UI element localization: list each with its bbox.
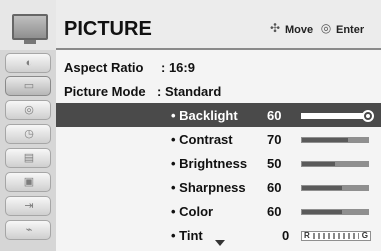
slider-knob[interactable]	[362, 110, 374, 122]
setting-label: • Tint	[171, 228, 203, 243]
setting-row-sharpness[interactable]: • Sharpness 60	[56, 175, 381, 199]
tv-icon	[12, 14, 48, 44]
slider-fill	[302, 114, 342, 118]
setting-row-backlight[interactable]: • Backlight 60	[56, 103, 381, 127]
sidebar-item-picture[interactable]: ◐	[5, 53, 51, 73]
clock-icon: ◷	[24, 128, 34, 140]
input-icon: ▤	[23, 152, 35, 164]
picture-osd: ◐ ▭ ◎ ◷ ▤ ▣ ⇥ ⌁ PICTURE ✣ Move ◎ Enter A…	[0, 0, 381, 251]
picture-mode-value: : Standard	[157, 84, 222, 99]
title-bar: PICTURE ✣ Move ◎ Enter	[56, 0, 381, 50]
setting-value: 70	[267, 132, 282, 147]
sidebar-item-input[interactable]: ▤	[5, 148, 51, 168]
aspect-ratio-row[interactable]: Aspect Ratio : 16:9	[56, 56, 381, 80]
tint-left-label: R	[304, 231, 310, 240]
sidebar-item-lock[interactable]: ▣	[5, 172, 51, 192]
sidebar-item-remote[interactable]: ⌁	[5, 220, 51, 240]
main-panel: PICTURE ✣ Move ◎ Enter Aspect Ratio : 16…	[56, 0, 381, 251]
setting-label: • Sharpness	[171, 180, 246, 195]
slider-track[interactable]	[301, 185, 369, 191]
slider-fill	[302, 210, 342, 214]
usb-icon: ⇥	[24, 200, 34, 212]
setting-row-brightness[interactable]: • Brightness 50	[56, 151, 381, 175]
sidebar-item-screen[interactable]: ▭	[5, 76, 51, 96]
sidebar-item-usb[interactable]: ⇥	[5, 196, 51, 216]
sidebar-header	[0, 0, 56, 50]
hint-enter: Enter	[336, 24, 365, 36]
audio-icon: ◎	[24, 104, 34, 116]
sidebar-item-audio[interactable]: ◎	[5, 100, 51, 120]
lock-icon: ▣	[23, 176, 35, 188]
setting-value: 60	[267, 204, 282, 219]
tint-right-label: G	[361, 231, 368, 240]
slider-track[interactable]	[301, 137, 369, 143]
tint-scale	[313, 233, 359, 239]
picture-icon: ◐	[25, 57, 33, 69]
setting-row-color[interactable]: • Color 60	[56, 199, 381, 223]
slider-fill	[302, 138, 349, 142]
slider-track[interactable]	[301, 161, 369, 167]
picture-mode-label: Picture Mode	[64, 84, 146, 99]
tv-screen-icon: ▭	[23, 80, 35, 92]
setting-row-contrast[interactable]: • Contrast 70	[56, 127, 381, 151]
category-sidebar: ◐ ▭ ◎ ◷ ▤ ▣ ⇥ ⌁	[0, 0, 56, 251]
aspect-ratio-label: Aspect Ratio	[64, 60, 144, 75]
setting-value: 60	[267, 108, 282, 123]
setting-label: • Backlight	[171, 108, 238, 123]
slider-track[interactable]	[301, 110, 374, 122]
slider-track[interactable]	[301, 209, 369, 215]
page-title: PICTURE	[64, 18, 152, 40]
enter-icon: ◎	[320, 21, 332, 35]
setting-value: 50	[267, 156, 282, 171]
slider-fill	[302, 162, 335, 166]
scroll-down-icon[interactable]	[215, 240, 225, 246]
setting-label: • Brightness	[171, 156, 248, 171]
setting-value: 0	[282, 228, 290, 243]
setting-label: • Color	[171, 204, 214, 219]
slider-fill	[302, 186, 342, 190]
aspect-ratio-value: : 16:9	[161, 60, 195, 75]
sidebar-item-time[interactable]: ◷	[5, 124, 51, 144]
setting-label: • Contrast	[171, 132, 233, 147]
picture-mode-row[interactable]: Picture Mode : Standard	[56, 80, 381, 104]
hint-move: Move	[285, 24, 314, 36]
setting-value: 60	[267, 180, 282, 195]
remote-icon: ⌁	[25, 224, 33, 236]
move-icon: ✣	[269, 21, 281, 35]
tint-slider[interactable]: R G	[301, 231, 371, 241]
